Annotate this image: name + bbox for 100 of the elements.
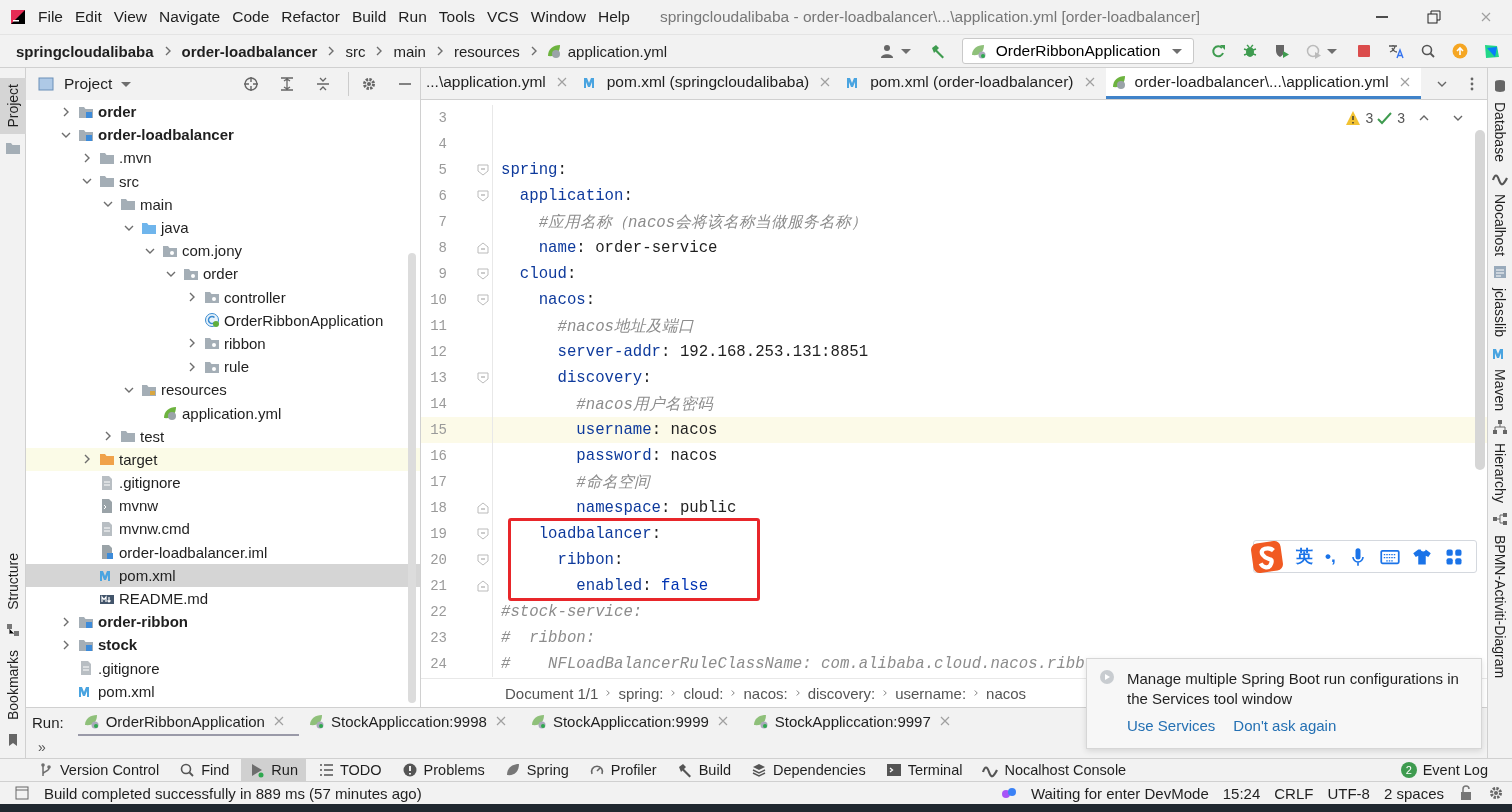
menu-item[interactable]: Edit (69, 8, 108, 26)
tree-item[interactable]: OrderRibbonApplication (26, 308, 420, 332)
breadcrumb[interactable]: nacos: (741, 684, 790, 702)
tool-window-tab[interactable]: Structure (0, 547, 26, 616)
panel-title[interactable]: Project (64, 75, 113, 93)
editor-tab[interactable]: pom.xml (springcloudalibaba) (577, 68, 842, 99)
tool-window-tab[interactable]: Nocalhost (1492, 193, 1508, 257)
tool-window-tab[interactable]: Project (0, 78, 26, 134)
ime-punctuation[interactable]: •, (1325, 546, 1336, 567)
tree-item[interactable]: test (26, 424, 420, 448)
tool-window-button[interactable]: Profiler (580, 759, 665, 781)
menu-item[interactable]: VCS (480, 8, 525, 26)
tool-window-tab[interactable]: BPMN-Activiti-Diagram (1492, 535, 1508, 679)
breadcrumb[interactable]: order-loadbalancer (179, 42, 320, 60)
tool-window-button[interactable]: Dependencies (742, 759, 874, 781)
run-tab[interactable]: StockAppliccation:9999 (524, 708, 743, 736)
breadcrumb[interactable]: spring: (616, 684, 666, 702)
menu-item[interactable]: Navigate (153, 8, 227, 26)
menu-item[interactable]: Window (524, 8, 592, 26)
tree-item[interactable]: com.jony (26, 239, 420, 263)
breadcrumb[interactable]: src (343, 42, 368, 60)
run-configuration-dropdown[interactable]: OrderRibbonApplication (962, 38, 1194, 64)
run-tab[interactable]: StockAppliccation:9998 (302, 708, 521, 736)
tree-item[interactable]: pom.xml (26, 563, 420, 587)
tree-item[interactable]: mvnw.cmd (26, 517, 420, 541)
editor-tab[interactable]: ...\application.yml (421, 68, 578, 99)
breadcrumb[interactable]: username: (893, 684, 969, 702)
tree-item[interactable]: application.yml (26, 401, 420, 425)
tool-window-tab[interactable]: jclasslib (1492, 288, 1508, 338)
tree-item[interactable]: rule (26, 355, 420, 379)
check-count[interactable]: 3 (1397, 110, 1405, 126)
breadcrumb[interactable]: nacos (984, 684, 1029, 702)
tree-item[interactable]: pom.xml (26, 679, 420, 703)
tool-window-button[interactable]: Build (668, 759, 739, 781)
breadcrumb[interactable]: main (391, 42, 428, 60)
menu-item[interactable]: Run (392, 8, 433, 26)
code-line: enabled: false (575, 577, 709, 595)
ime-language[interactable]: 英 (1296, 545, 1313, 568)
run-tab[interactable]: OrderRibbonApplication (77, 708, 299, 736)
scrollbar-thumb[interactable] (1475, 130, 1485, 470)
tool-window-button[interactable]: Spring (496, 759, 577, 781)
more-tabs-button[interactable]: » (38, 739, 46, 755)
leaf-icon (504, 762, 521, 778)
tree-item[interactable]: stock (26, 633, 420, 657)
tool-window-button[interactable]: Version Control (30, 759, 168, 781)
tree-item[interactable]: main (26, 192, 420, 216)
menu-item[interactable]: View (107, 8, 154, 26)
breadcrumb[interactable]: springcloudalibaba (14, 42, 156, 60)
breadcrumb[interactable]: Document 1/1 (503, 684, 601, 702)
tool-window-tab[interactable]: Database (1492, 102, 1508, 162)
tree-item[interactable]: order-ribbon (26, 610, 420, 634)
line-separator[interactable]: CRLF (1274, 784, 1314, 802)
breadcrumb[interactable]: discovery: (805, 684, 878, 702)
indent-setting[interactable]: 2 spaces (1383, 784, 1444, 802)
tree-item[interactable]: ribbon (26, 331, 420, 356)
tree-item[interactable]: java (26, 215, 420, 240)
tool-window-tab[interactable]: Hierarchy (1492, 443, 1508, 504)
caret-position[interactable]: 15:24 (1222, 784, 1261, 802)
scrollbar-thumb[interactable] (408, 253, 416, 703)
leaf-file-icon (1110, 74, 1127, 90)
tree-item[interactable]: mvnw (26, 494, 420, 518)
tool-window-button[interactable]: Nocalhost Console (974, 759, 1135, 781)
run-tab[interactable]: StockAppliccation:9997 (746, 708, 965, 736)
notification-link[interactable]: Use Services (1127, 717, 1216, 734)
tree-item[interactable]: .gitignore (26, 656, 420, 680)
tool-window-button[interactable]: Terminal (877, 759, 971, 781)
menu-item[interactable]: Code (226, 8, 276, 26)
menu-item[interactable]: Help (592, 8, 636, 26)
editor-tab[interactable]: pom.xml (order-loadbalancer) (841, 68, 1106, 99)
tool-window-button[interactable]: Problems (393, 759, 493, 781)
tool-window-button[interactable]: Find (171, 759, 238, 781)
tool-window-tab[interactable]: Bookmarks (0, 643, 26, 726)
tool-window-tab[interactable]: Maven (1492, 369, 1508, 412)
tree-item[interactable]: src (26, 169, 420, 193)
tree-item[interactable]: order-loadbalancer (26, 123, 420, 147)
tool-window-button[interactable]: Run (241, 759, 306, 781)
menu-item[interactable]: Refactor (275, 8, 346, 26)
breadcrumb[interactable]: application.yml (565, 42, 669, 60)
tree-item[interactable]: order (26, 100, 420, 124)
file-encoding[interactable]: UTF-8 (1327, 784, 1370, 802)
tree-item[interactable]: .gitignore (26, 471, 420, 495)
tree-item[interactable]: order (26, 262, 420, 286)
tree-item[interactable]: resources (26, 378, 420, 402)
tree-item[interactable]: README.md (26, 586, 420, 611)
tool-window-button[interactable]: 2 Event Log (1392, 759, 1496, 781)
tree-item[interactable]: order-loadbalancer.iml (26, 540, 420, 564)
breadcrumb[interactable]: resources (451, 42, 522, 60)
tool-window-button[interactable]: TODO (309, 759, 390, 781)
editor-tab[interactable]: order-loadbalancer\...\application.yml (1105, 68, 1421, 99)
warning-count[interactable]: 3 (1365, 110, 1374, 126)
menu-item[interactable]: File (32, 8, 69, 26)
notification-link[interactable]: Don't ask again (1233, 717, 1337, 734)
tree-item[interactable]: .mvn (26, 146, 420, 170)
menu-item[interactable]: Tools (432, 8, 481, 26)
tree-item[interactable]: target (26, 447, 420, 471)
devmode-status[interactable]: Waiting for enter DevMode (1030, 784, 1209, 802)
menu-item[interactable]: Build (345, 8, 393, 26)
breadcrumb[interactable]: cloud: (681, 684, 726, 702)
fold-icon (475, 552, 491, 568)
tree-item[interactable]: controller (26, 285, 420, 309)
